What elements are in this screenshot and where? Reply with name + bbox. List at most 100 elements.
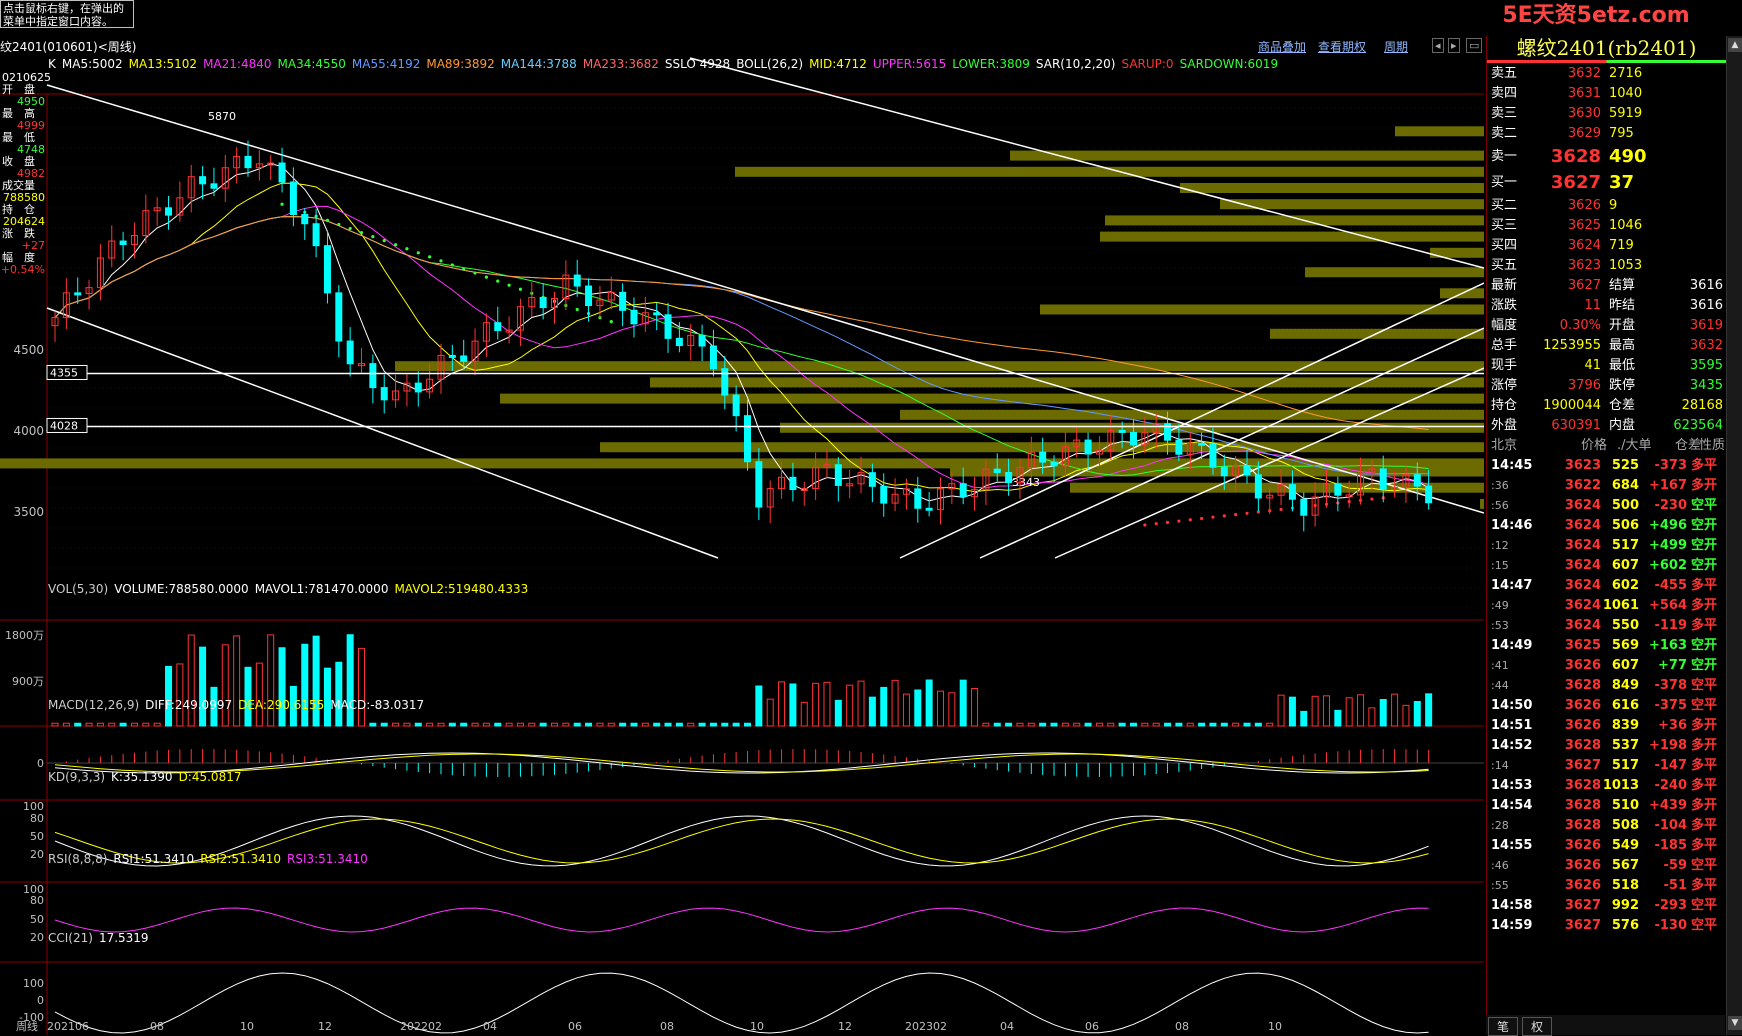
legend-item: BOLL(26,2)	[736, 57, 804, 71]
tick-oi-change: -147	[1654, 758, 1687, 773]
tick-oi-change: +163	[1648, 638, 1687, 653]
time-tick-label: 10	[1268, 1020, 1282, 1033]
scroll-up-icon[interactable]: ▲	[1728, 38, 1742, 52]
volume-bar	[233, 635, 241, 727]
tick-oi-change: +496	[1648, 518, 1687, 533]
tick-row: 14:45 3623 525 -373 多平	[1487, 456, 1726, 476]
tick-row: 14:49 3625 569 +163 空开	[1487, 636, 1726, 656]
volume-bar	[528, 722, 536, 727]
volume-bar	[619, 722, 627, 727]
time-tick-label: 06	[1085, 1020, 1099, 1033]
volume-bar	[868, 696, 876, 727]
tick-price: 3624	[1564, 498, 1601, 513]
indicator-legend-item: 17.5319	[98, 931, 149, 945]
volume-bar	[755, 685, 763, 727]
nav-next-icon[interactable]: ▸	[1448, 38, 1460, 53]
tick-header-row: 北京 价格 ./大单 仓差 性质	[1487, 436, 1726, 456]
sar-dot	[280, 202, 284, 206]
tick-time: 14:45	[1491, 458, 1533, 473]
legend-item: LOWER:3809	[952, 57, 1030, 71]
tick-oi-change: -59	[1663, 858, 1688, 873]
kline-chart-area[interactable]: 5870 3343 4500 4000 3500 4355 4028 1800万 900万 0 1…	[0, 38, 1484, 1035]
tick-row: 14:50 3626 616 -375 空平	[1487, 696, 1726, 716]
tick-time: 14:54	[1491, 798, 1533, 813]
tab-rights[interactable]: 权	[1522, 1017, 1553, 1036]
bid-volume: 9	[1609, 198, 1618, 213]
volume-bar	[1391, 693, 1399, 727]
nav-prev-icon[interactable]: ◂	[1432, 38, 1444, 53]
volume-bar	[312, 635, 320, 727]
scroll-down-icon[interactable]: ▼	[1728, 1016, 1742, 1030]
time-tick-label: 08	[150, 1020, 164, 1033]
indicator-legend-item: MAVOL2:519480.4333	[394, 582, 529, 596]
tick-time: :55	[1491, 879, 1509, 892]
indicator-legend-item: DEA:290.6155	[238, 698, 325, 712]
volume-profile-bar	[600, 442, 1484, 453]
tick-time: :12	[1491, 539, 1509, 552]
volume-bar	[585, 722, 593, 727]
volume-bar	[778, 681, 786, 727]
candle-body	[119, 240, 127, 246]
candle-body	[448, 354, 456, 358]
tick-row: :28 3628 508 -104 多平	[1487, 816, 1726, 836]
sar-dot	[1370, 497, 1374, 501]
stat-value: 0.30%	[1559, 318, 1601, 333]
time-tick-label: 12	[838, 1020, 852, 1033]
tick-row: :53 3624 550 -119 多平	[1487, 616, 1726, 636]
overlay-commodity-link[interactable]: 商品叠加	[1258, 38, 1306, 55]
candle-body	[414, 382, 422, 393]
legend-item: MA5:5002	[61, 57, 123, 71]
candle-body	[335, 292, 343, 342]
ask-price: 3632	[1567, 66, 1601, 81]
tick-header-cell: 仓差	[1675, 438, 1702, 453]
tick-nature: 空平	[1691, 898, 1718, 913]
tab-ticks[interactable]: 笔	[1488, 1017, 1519, 1036]
volume-bar	[1334, 709, 1342, 727]
legend-item: MA13:5102	[128, 57, 198, 71]
tick-price: 3624	[1564, 618, 1601, 633]
volume-bar	[403, 722, 411, 727]
candle-body	[1198, 442, 1206, 446]
cci-axis-label: 0	[37, 994, 44, 1007]
tick-oi-change: -375	[1654, 698, 1687, 713]
view-options-link[interactable]: 查看期权	[1318, 38, 1366, 55]
tick-oi-change: -230	[1654, 498, 1687, 513]
tick-time: 14:49	[1491, 638, 1533, 653]
stat-value: 3632	[1689, 338, 1723, 353]
volume-profile-bar	[1180, 183, 1484, 193]
volume-bar	[187, 634, 195, 727]
cci-axis-label: 100	[23, 977, 44, 990]
vertical-scrollbar[interactable]: ▲ ▼	[1726, 36, 1742, 1035]
volume-bar	[834, 699, 842, 727]
indicator-legend-item: MACD(12,26,9)	[48, 698, 140, 712]
volume-bar	[346, 634, 354, 727]
candle-body	[925, 507, 933, 511]
volume-bar	[709, 722, 717, 727]
tick-oi-change: +439	[1648, 798, 1687, 813]
period-link[interactable]: 周期	[1384, 38, 1408, 55]
sar-dot	[575, 307, 579, 312]
volume-bar	[993, 722, 1001, 727]
candle-body	[494, 322, 502, 331]
volume-bar	[721, 722, 729, 727]
tick-nature: 多开	[1691, 598, 1718, 613]
tick-volume: 602	[1611, 578, 1639, 593]
candle-body	[993, 468, 1001, 474]
stat-label: 幅度	[1491, 318, 1518, 333]
candle-body	[914, 488, 922, 509]
tick-volume: 684	[1611, 478, 1639, 493]
volume-bar	[426, 722, 434, 727]
tick-price: 3626	[1564, 878, 1601, 893]
candle-body	[834, 464, 842, 486]
volume-bar	[516, 722, 524, 727]
volume-bar	[255, 662, 263, 727]
stat-value: 3627	[1567, 278, 1601, 293]
stat-value: 11	[1584, 298, 1601, 313]
layout-icon[interactable]: ▭	[1466, 38, 1483, 53]
candle-body	[1005, 472, 1013, 484]
volume-bar	[1050, 722, 1058, 727]
volume-bar	[1322, 695, 1330, 727]
legend-item: MA89:3892	[426, 57, 495, 71]
volume-legend: VOL(5,30) VOLUME:788580.0000 MAVOL1:781470…	[48, 582, 534, 596]
volume-bar	[766, 698, 774, 727]
